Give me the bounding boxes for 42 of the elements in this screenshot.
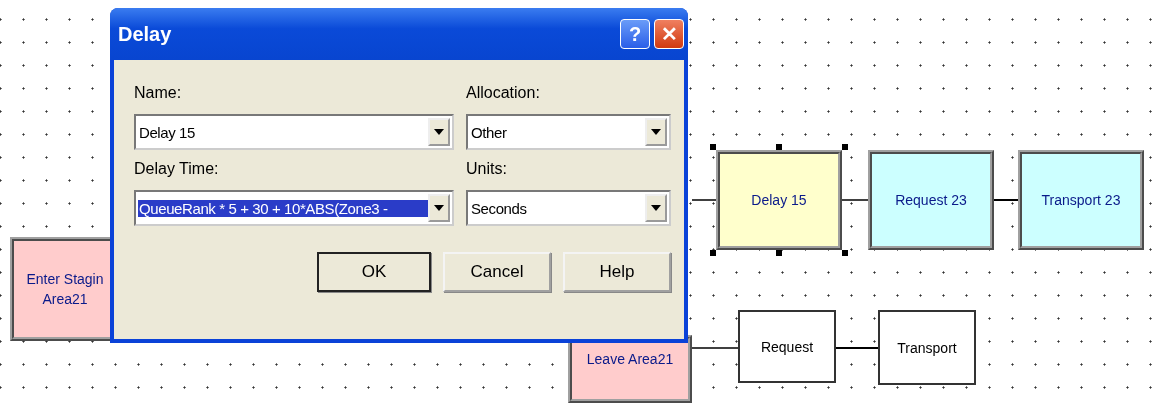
dropdown-button[interactable] bbox=[645, 194, 667, 222]
dropdown-button[interactable] bbox=[428, 194, 450, 222]
combo-value: Delay 15 bbox=[138, 123, 196, 141]
selection-handle[interactable] bbox=[710, 250, 716, 256]
field-label: Units: bbox=[466, 160, 508, 179]
caret-icon bbox=[434, 129, 444, 135]
dialog-title: Delay bbox=[118, 22, 173, 46]
process-node[interactable]: Transport 23 bbox=[1018, 150, 1144, 250]
process-node[interactable]: Delay 15 bbox=[716, 150, 842, 250]
process-node[interactable]: Transport bbox=[878, 310, 976, 385]
connector-line bbox=[841, 199, 869, 201]
dropdown-button[interactable] bbox=[428, 118, 450, 146]
connector-line bbox=[993, 199, 1019, 201]
help-button[interactable]: ? bbox=[620, 19, 650, 49]
dropdown-button[interactable] bbox=[645, 118, 667, 146]
process-node[interactable]: Request bbox=[738, 310, 836, 383]
caret-icon bbox=[434, 205, 444, 211]
combo-box[interactable]: Other bbox=[466, 114, 671, 150]
selection-handle[interactable] bbox=[842, 144, 848, 150]
field-label: Name: bbox=[134, 84, 183, 103]
caret-icon bbox=[651, 205, 661, 211]
combo-value: QueueRank * 5 + 30 + 10*ABS(Zone3 - bbox=[138, 199, 428, 217]
field-label: Delay Time: bbox=[134, 160, 220, 179]
selection-handle[interactable] bbox=[710, 144, 716, 150]
connector-line bbox=[691, 347, 739, 349]
close-button[interactable]: ✕ bbox=[654, 19, 684, 49]
field-label: Allocation: bbox=[466, 84, 541, 103]
combo-box[interactable]: Delay 15 bbox=[134, 114, 454, 150]
connector-line bbox=[691, 199, 717, 201]
selection-handle[interactable] bbox=[842, 250, 848, 256]
combo-value: Other bbox=[470, 123, 508, 141]
connector-line bbox=[835, 347, 879, 349]
dialog-button[interactable]: Cancel bbox=[443, 252, 551, 292]
combo-box[interactable]: QueueRank * 5 + 30 + 10*ABS(Zone3 - bbox=[134, 190, 454, 226]
process-node[interactable]: Request 23 bbox=[868, 150, 994, 250]
dialog-button[interactable]: Help bbox=[563, 252, 671, 292]
dialog-button[interactable]: OK bbox=[317, 252, 431, 292]
combo-box[interactable]: Seconds bbox=[466, 190, 671, 226]
selection-handle[interactable] bbox=[776, 250, 782, 256]
selection-handle[interactable] bbox=[776, 144, 782, 150]
combo-value: Seconds bbox=[470, 199, 528, 217]
caret-icon bbox=[651, 129, 661, 135]
